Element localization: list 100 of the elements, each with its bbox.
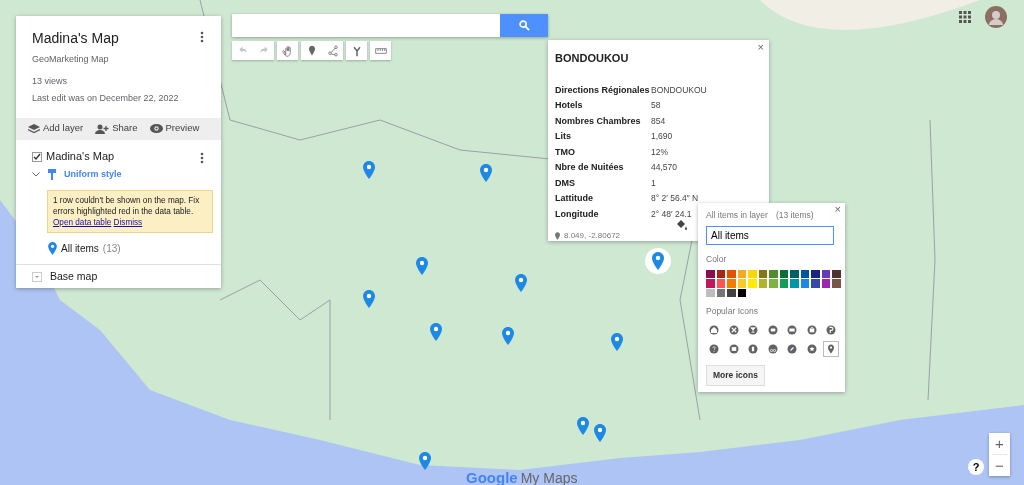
color-swatch[interactable] [716, 279, 725, 288]
color-swatch[interactable] [748, 269, 757, 278]
field-label: Directions Régionales [555, 83, 651, 97]
items-count: (13) [102, 241, 121, 256]
map-marker[interactable] [577, 417, 589, 435]
paint-roller-icon [48, 169, 56, 181]
color-swatch[interactable] [832, 279, 841, 288]
color-swatch[interactable] [811, 269, 820, 278]
color-swatch[interactable] [748, 279, 757, 288]
color-swatch[interactable] [716, 269, 725, 278]
ruler-button[interactable] [370, 41, 391, 60]
field-value: 1,690 [651, 130, 674, 144]
warning-message: 1 row couldn't be shown on the map. Fix errors highlighted red in the data table. Open data table Dismiss [47, 189, 213, 233]
more-icons-button[interactable]: More icons [706, 364, 765, 386]
map-marker[interactable] [502, 327, 514, 345]
color-swatch[interactable] [832, 269, 841, 278]
name-field[interactable]: All items [706, 225, 834, 245]
style-link[interactable]: Uniform style [64, 168, 122, 182]
layers-icon [28, 123, 40, 134]
line-icon [326, 44, 339, 57]
close-button[interactable]: × [834, 204, 841, 215]
search-field[interactable] [232, 14, 500, 37]
product-name: My Maps [520, 469, 578, 485]
paint-bucket-icon[interactable] [676, 220, 688, 230]
pin-icon[interactable] [823, 340, 839, 357]
route-button[interactable] [346, 41, 367, 60]
map-marker[interactable] [363, 290, 375, 308]
color-swatch[interactable] [821, 279, 830, 288]
base-map-label[interactable]: Base map [50, 268, 98, 285]
color-swatch[interactable] [706, 279, 715, 288]
color-swatch[interactable] [727, 279, 736, 288]
field-value: 8° 2′ 56.4″ N [651, 192, 700, 206]
color-swatch[interactable] [779, 279, 788, 288]
field-label: DMS [555, 175, 651, 191]
map-marker[interactable] [363, 161, 375, 179]
color-swatch[interactable] [716, 288, 725, 297]
color-swatch[interactable] [706, 288, 715, 297]
view-count: 13 views [32, 74, 68, 88]
layers-button[interactable]: Add layer [24, 121, 88, 136]
map-subtitle: GeoMarketing Map [32, 53, 110, 66]
expand-chevron-icon[interactable] [32, 172, 40, 178]
field-label: Lits [555, 129, 651, 145]
zoom-in-button[interactable]: + [989, 433, 1010, 454]
color-swatch[interactable] [800, 279, 809, 288]
popup-title: BONDOUKOU [555, 51, 630, 66]
map-marker[interactable] [515, 274, 527, 292]
dismiss-link[interactable]: Dismiss [113, 217, 143, 227]
marker-button[interactable] [301, 41, 322, 60]
last-edit-text: Last edit was on December 22, 2022 [32, 92, 179, 105]
field-value: BONDOUKOU [651, 83, 707, 97]
location-pin-icon [48, 241, 57, 255]
color-swatch[interactable] [779, 269, 788, 278]
color-swatch[interactable] [758, 279, 767, 288]
color-swatch[interactable] [769, 279, 778, 288]
icons-label: Popular Icons [706, 305, 759, 318]
apps-grid-icon[interactable] [959, 11, 971, 23]
color-swatch[interactable] [737, 269, 746, 278]
color-swatch[interactable] [800, 269, 809, 278]
search-icon [518, 20, 530, 31]
field-label: Nbre de Nuitées [555, 160, 651, 176]
field-value: 1 [651, 176, 657, 190]
zoom-out-button[interactable]: − [989, 455, 1010, 476]
color-swatch[interactable] [821, 269, 830, 278]
close-button[interactable]: × [757, 42, 764, 53]
map-marker[interactable] [430, 323, 442, 341]
hand-button[interactable] [277, 41, 298, 60]
color-swatch[interactable] [811, 279, 820, 288]
search-button[interactable] [500, 14, 548, 37]
map-marker[interactable] [594, 424, 606, 442]
color-swatch[interactable] [727, 269, 736, 278]
layer-heading: All items in layer [706, 209, 768, 222]
items-label[interactable]: All items [61, 240, 99, 256]
line-button[interactable] [322, 41, 343, 60]
map-marker[interactable] [416, 257, 428, 275]
field-label: Lattitude [555, 191, 651, 207]
color-swatch[interactable] [769, 269, 778, 278]
color-swatch[interactable] [737, 288, 746, 297]
avatar-icon[interactable] [985, 6, 1007, 28]
color-swatch[interactable] [727, 288, 736, 297]
share-button[interactable]: Share [91, 121, 142, 136]
color-swatch[interactable] [790, 269, 799, 278]
layer-name[interactable]: Madina's Map [46, 147, 115, 164]
pin-icon [652, 252, 664, 270]
field-label: Nombres Chambres [555, 113, 651, 129]
items-count: (13 items) [775, 209, 814, 222]
color-label: Color [706, 252, 728, 266]
color-swatch[interactable] [737, 279, 746, 288]
color-swatch[interactable] [790, 279, 799, 288]
color-swatch[interactable] [706, 269, 715, 278]
map-marker[interactable] [480, 164, 492, 182]
field-label: TMO [555, 144, 651, 160]
field-value: 44,570 [651, 161, 678, 175]
open-data-table-link[interactable]: Open data table [53, 217, 112, 227]
field-value: 2° 48′ 24.1 [651, 207, 693, 221]
map-marker[interactable] [419, 452, 431, 470]
preview-button[interactable]: Preview [145, 121, 204, 136]
coordinates-text: 8.049, -2.80672 [564, 230, 621, 242]
field-value: 854 [651, 114, 667, 128]
color-swatch[interactable] [758, 269, 767, 278]
map-marker[interactable] [611, 333, 623, 351]
